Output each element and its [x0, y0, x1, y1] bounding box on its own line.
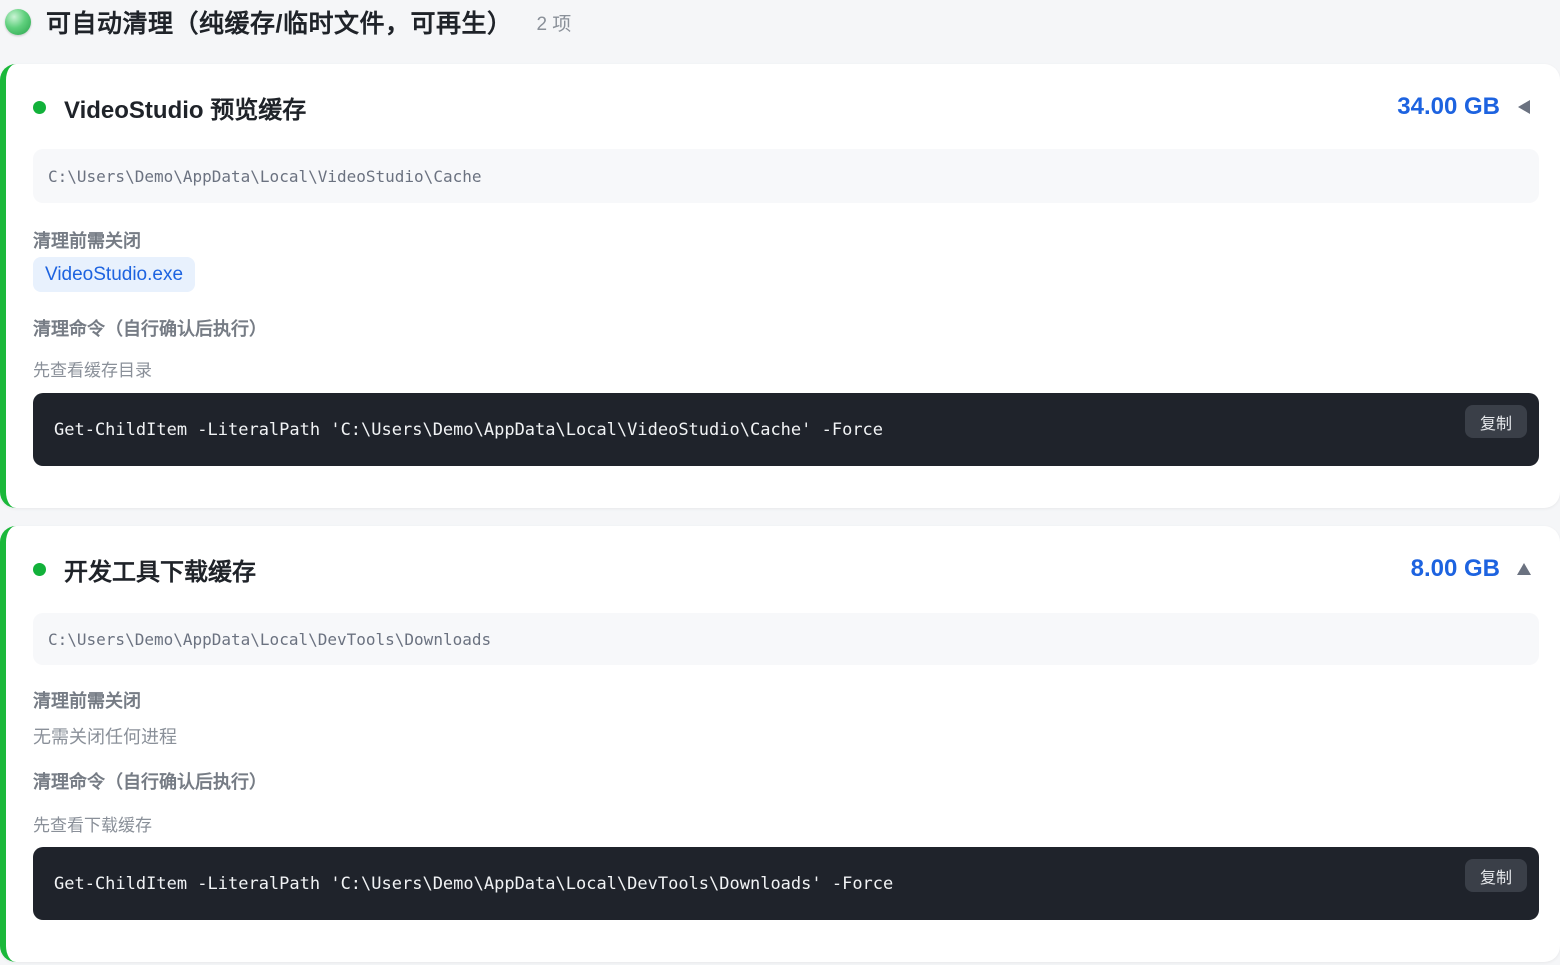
- command-label: 清理命令（自行确认后执行）: [33, 772, 267, 792]
- item-title: VideoStudio 预览缓存: [64, 96, 307, 124]
- status-orb-icon: [5, 9, 31, 35]
- command-hint: 先查看下载缓存: [33, 816, 152, 835]
- close-before-label: 清理前需关闭: [33, 231, 141, 251]
- item-size: 34.00 GB: [1397, 93, 1500, 120]
- section-header: 可自动清理（纯缓存/临时文件，可再生） 2 项: [5, 4, 571, 40]
- caret-left-icon: [1518, 100, 1530, 114]
- item-path: C:\Users\Demo\AppData\Local\DevTools\Dow…: [33, 613, 1539, 665]
- no-process-text: 无需关闭任何进程: [33, 727, 177, 747]
- command-text: Get-ChildItem -LiteralPath 'C:\Users\Dem…: [54, 873, 894, 894]
- collapse-toggle[interactable]: [1516, 561, 1532, 577]
- status-dot-icon: [33, 562, 46, 576]
- copy-button[interactable]: 复制: [1465, 859, 1527, 892]
- command-label: 清理命令（自行确认后执行）: [33, 319, 267, 339]
- caret-up-icon: [1517, 563, 1531, 575]
- command-text: Get-ChildItem -LiteralPath 'C:\Users\Dem…: [54, 419, 884, 440]
- cleanup-item-card: VideoStudio 预览缓存 34.00 GB C:\Users\Demo\…: [0, 64, 1560, 508]
- close-before-label: 清理前需关闭: [33, 691, 141, 711]
- item-title: 开发工具下载缓存: [64, 558, 256, 586]
- copy-button[interactable]: 复制: [1465, 405, 1527, 438]
- command-block: Get-ChildItem -LiteralPath 'C:\Users\Dem…: [33, 393, 1539, 466]
- card-header[interactable]: VideoStudio 预览缓存 34.00 GB: [33, 90, 1532, 124]
- status-dot-icon: [33, 100, 46, 114]
- command-hint: 先查看缓存目录: [33, 361, 152, 380]
- section-title: 可自动清理（纯缓存/临时文件，可再生）: [46, 10, 513, 38]
- command-block: Get-ChildItem -LiteralPath 'C:\Users\Dem…: [33, 847, 1539, 920]
- item-size: 8.00 GB: [1410, 555, 1500, 582]
- collapse-toggle[interactable]: [1516, 99, 1532, 115]
- process-chip: VideoStudio.exe: [33, 257, 196, 292]
- cleanup-item-card: 开发工具下载缓存 8.00 GB C:\Users\Demo\AppData\L…: [0, 526, 1560, 962]
- card-header[interactable]: 开发工具下载缓存 8.00 GB: [33, 552, 1532, 586]
- item-path: C:\Users\Demo\AppData\Local\VideoStudio\…: [33, 149, 1539, 203]
- section-count: 2 项: [536, 13, 572, 35]
